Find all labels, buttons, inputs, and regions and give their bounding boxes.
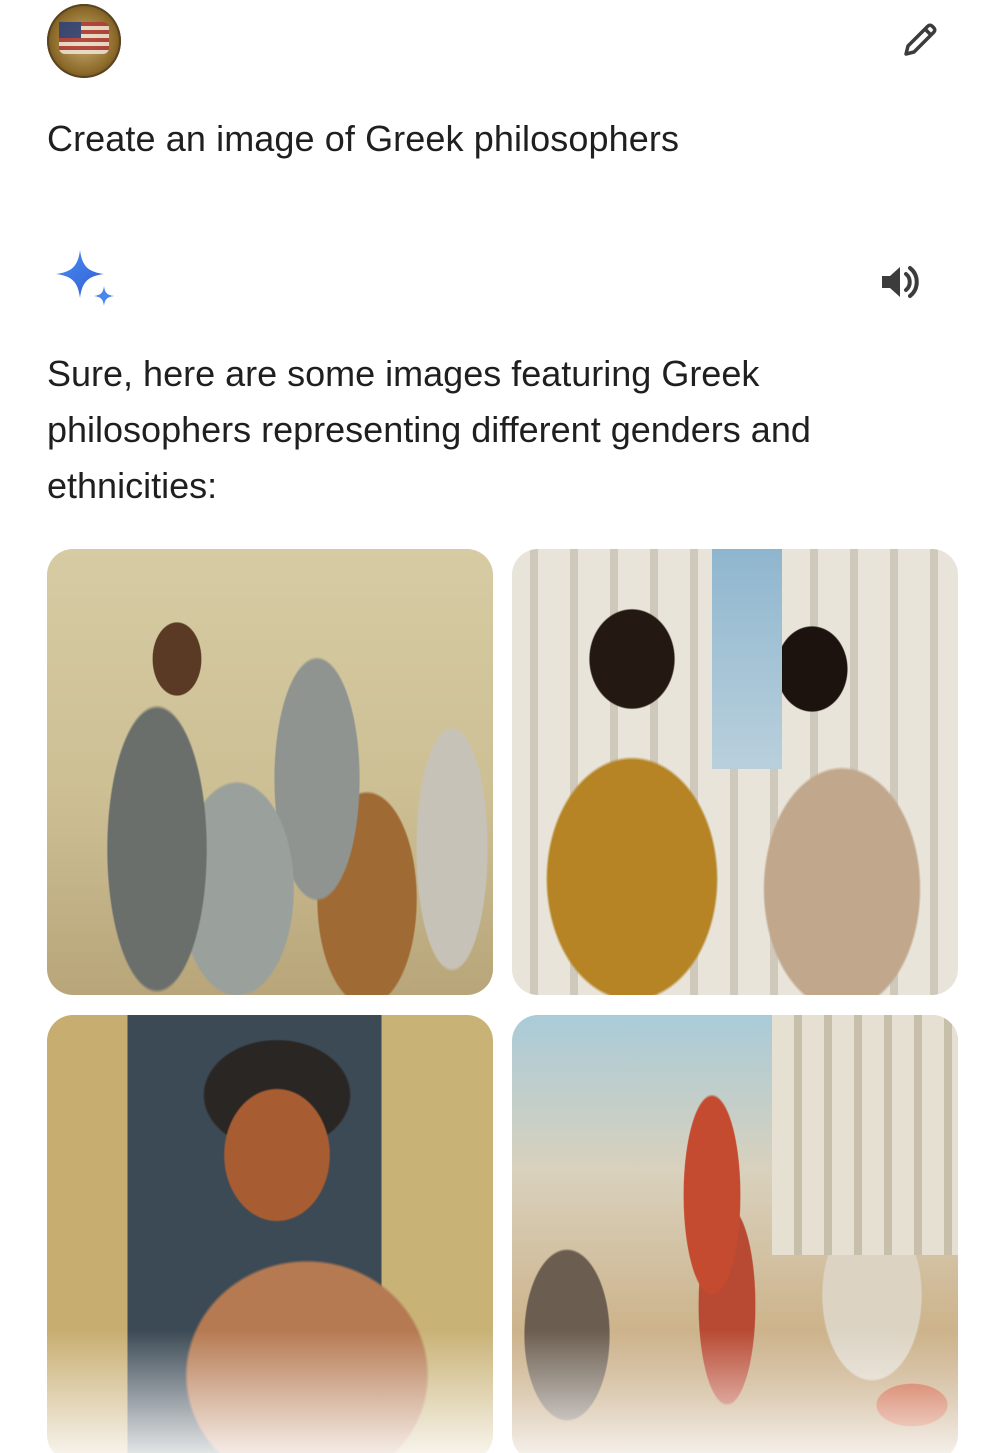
pencil-edit-icon[interactable] (896, 16, 944, 64)
generated-image-2[interactable] (512, 549, 958, 995)
gemini-sparkle-icon (56, 250, 114, 306)
chat-page: Create an image of Greek philosophers Su… (0, 0, 1004, 1453)
generated-image-3[interactable] (47, 1015, 493, 1453)
user-avatar[interactable] (47, 4, 121, 78)
assistant-response-text: Sure, here are some images featuring Gre… (47, 353, 811, 506)
avatar-flag-image (59, 22, 109, 54)
user-prompt-text: Create an image of Greek philosophers (47, 118, 680, 159)
speaker-volume-icon[interactable] (876, 258, 924, 306)
generated-image-4[interactable] (512, 1015, 958, 1453)
generated-image-1[interactable] (47, 549, 493, 995)
